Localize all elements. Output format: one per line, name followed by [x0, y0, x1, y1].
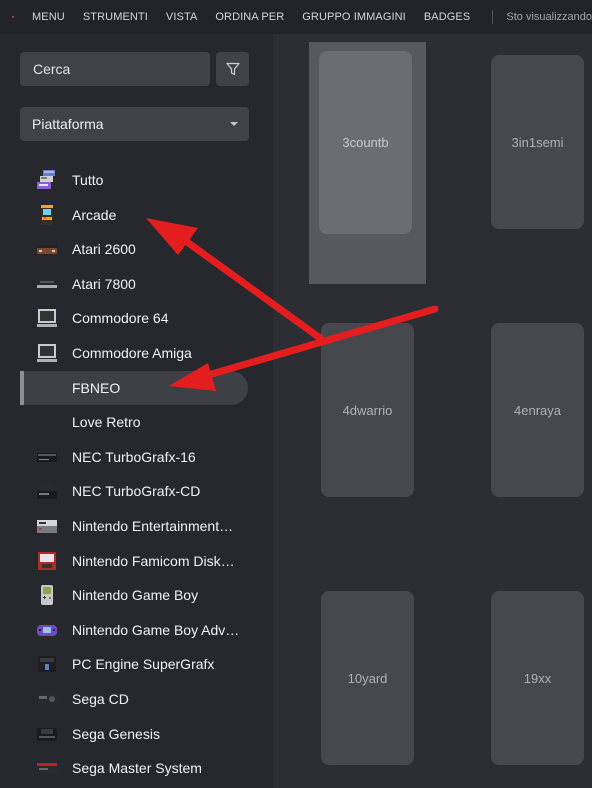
- game-boy-icon: [41, 585, 53, 606]
- sidebar-item-label: Atari 2600: [72, 241, 136, 258]
- game-title: 4enraya: [514, 402, 561, 418]
- sidebar-item-label: Nintendo Game Boy Adv…: [72, 621, 240, 638]
- sidebar-item-nintendo-famicom-disk[interactable]: Nintendo Famicom Disk…: [20, 544, 248, 578]
- sidebar-item-label: Commodore 64: [72, 310, 169, 327]
- supergrafx-icon: [38, 656, 56, 673]
- sidebar-item-label: Arcade: [72, 206, 117, 223]
- filter-button[interactable]: [216, 52, 249, 86]
- sidebar-item-tutto[interactable]: Tutto: [20, 163, 248, 197]
- sidebar-item-label: Nintendo Game Boy: [72, 587, 199, 604]
- sidebar-item-sega-genesis[interactable]: Sega Genesis: [20, 717, 248, 751]
- atari-2600-icon: [37, 245, 57, 255]
- search-input[interactable]: [20, 52, 210, 86]
- chevron-down-icon: [230, 122, 238, 126]
- sidebar-item-label: Commodore Amiga: [72, 345, 192, 361]
- nes-console-icon: [37, 520, 57, 533]
- game-tile[interactable]: 19xx: [491, 591, 584, 765]
- sidebar-item-atari-7800[interactable]: Atari 7800: [20, 267, 248, 301]
- game-title: 19xx: [523, 670, 552, 686]
- stacked-consoles-icon: [37, 170, 55, 189]
- turbografx-console-icon: [37, 452, 57, 462]
- sega-cd-icon: [37, 694, 57, 705]
- famicom-disk-icon: [38, 551, 56, 570]
- sidebar-item-nintendo-game-boy-advance[interactable]: Nintendo Game Boy Adv…: [20, 613, 248, 647]
- turbografx-cd-icon: [37, 484, 57, 500]
- sidebar-item-atari-2600[interactable]: Atari 2600: [20, 232, 248, 266]
- sidebar-item-commodore-amiga[interactable]: Commodore Amiga: [20, 336, 248, 370]
- filter-icon: [225, 62, 240, 76]
- sidebar-item-pc-engine-supergrafx[interactable]: PC Engine SuperGrafx: [20, 647, 248, 681]
- app-logo-icon: [12, 16, 14, 18]
- game-boy-advance-icon: [37, 624, 57, 636]
- sidebar-item-commodore-64[interactable]: Commodore 64: [20, 301, 248, 335]
- sidebar-item-label: Love Retro: [72, 414, 141, 431]
- menu-item-gruppo-immagini[interactable]: GRUPPO IMMAGINI: [302, 11, 406, 23]
- game-grid: 3countb 3in1semi 4dwarrio 4enraya 10yard…: [273, 34, 592, 788]
- sidebar-item-label: PC Engine SuperGrafx: [72, 656, 215, 673]
- sidebar-item-label: Nintendo Entertainment…: [72, 518, 234, 534]
- menu-item-ordina-per[interactable]: ORDINA PER: [215, 11, 284, 23]
- game-tile[interactable]: 4enraya: [491, 323, 584, 497]
- sidebar-item-arcade[interactable]: Arcade: [20, 198, 248, 232]
- menu-item-vista[interactable]: VISTA: [166, 11, 197, 23]
- computer-monitor-icon: [37, 344, 57, 362]
- sidebar-item-fbneo[interactable]: FBNEO: [20, 370, 248, 405]
- sidebar-item-sega-master-system[interactable]: Sega Master System: [20, 751, 248, 785]
- game-title: 3in1semi: [511, 134, 564, 150]
- game-tile[interactable]: 3countb: [319, 51, 412, 234]
- game-title: 10yard: [347, 670, 388, 686]
- sidebar-item-sega-cd[interactable]: Sega CD: [20, 682, 248, 716]
- computer-monitor-icon: [37, 309, 57, 328]
- sidebar-item-label: Atari 7800: [72, 275, 136, 292]
- sidebar-item-love-retro[interactable]: Love Retro: [20, 405, 248, 439]
- sidebar: Piattaforma Tutto Arcade: [0, 34, 273, 788]
- sidebar-item-label: Tutto: [72, 172, 104, 188]
- game-tile[interactable]: 10yard: [321, 591, 414, 765]
- game-title: 3countb: [342, 135, 389, 150]
- sega-genesis-icon: [37, 727, 57, 741]
- arcade-cabinet-icon: [41, 204, 53, 225]
- sidebar-item-label: Sega CD: [72, 691, 129, 707]
- game-title: 4dwarrio: [342, 402, 393, 418]
- platform-dropdown-value: Piattaforma: [32, 116, 104, 132]
- sidebar-item-label: NEC TurboGrafx-CD: [72, 483, 201, 500]
- platform-dropdown[interactable]: Piattaforma: [20, 107, 249, 141]
- atari-7800-icon: [37, 279, 57, 289]
- sidebar-item-nec-turbografx-16[interactable]: NEC TurboGrafx-16: [20, 440, 248, 474]
- menu-item-menu[interactable]: MENU: [32, 11, 65, 23]
- sidebar-item-nintendo-entertainment[interactable]: Nintendo Entertainment…: [20, 509, 248, 543]
- sidebar-item-label: Sega Genesis: [72, 725, 160, 742]
- view-status-text: Sto visualizzando: [506, 11, 592, 23]
- sidebar-item-nintendo-game-boy[interactable]: Nintendo Game Boy: [20, 578, 248, 612]
- sidebar-item-label: NEC TurboGrafx-16: [72, 448, 196, 465]
- sidebar-item-label: Nintendo Famicom Disk…: [72, 552, 235, 569]
- menu-item-strumenti[interactable]: STRUMENTI: [83, 11, 148, 23]
- sidebar-item-label: FBNEO: [72, 379, 121, 396]
- sega-master-system-icon: [37, 763, 57, 775]
- sidebar-item-label: Sega Master System: [72, 760, 202, 777]
- game-tile[interactable]: 3in1semi: [491, 55, 584, 229]
- menu-item-badges[interactable]: BADGES: [424, 11, 470, 23]
- menu-bar: MENU STRUMENTI VISTA ORDINA PER GRUPPO I…: [0, 0, 592, 34]
- sidebar-item-nec-turbografx-cd[interactable]: NEC TurboGrafx-CD: [20, 474, 248, 508]
- game-tile[interactable]: 4dwarrio: [321, 323, 414, 497]
